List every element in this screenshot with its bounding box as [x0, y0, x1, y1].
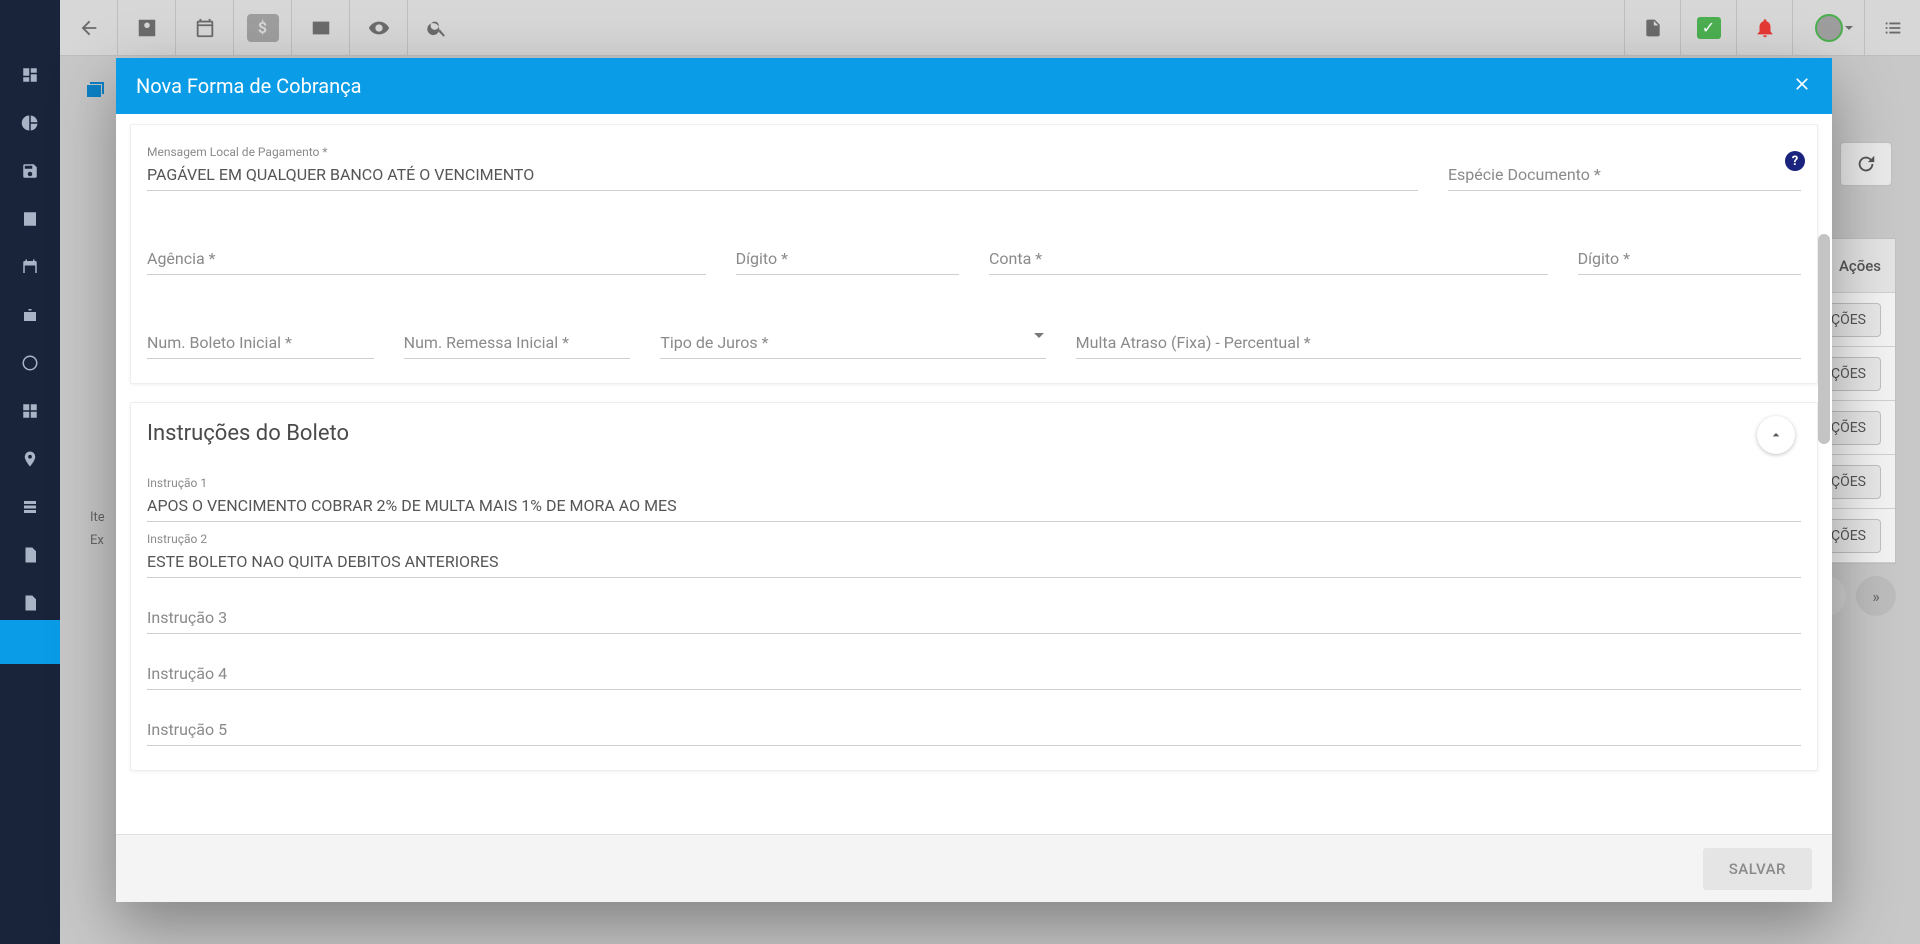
multa-field[interactable]: Multa Atraso (Fixa) - Percentual *	[1076, 327, 1801, 359]
items-label: Ite	[90, 510, 105, 525]
save-button[interactable]: SALVAR	[1703, 848, 1812, 890]
card-dados-boleto: Mensagem Local de Pagamento * Espécie Do…	[130, 124, 1818, 384]
modal-title-text: Nova Forma de Cobrança	[136, 74, 361, 98]
export-label: Ex	[90, 533, 105, 548]
sidebar-event-icon[interactable]	[19, 256, 41, 278]
sidebar-dashboard-icon[interactable]	[19, 64, 41, 86]
agencia-field[interactable]: Agência *	[147, 243, 706, 275]
inst1-label: Instrução 1	[147, 476, 207, 490]
sidebar-pin-icon[interactable]	[19, 448, 41, 470]
modal-header: Nova Forma de Cobrança	[116, 58, 1832, 114]
chevron-down-icon	[1034, 333, 1044, 343]
close-icon[interactable]	[1792, 74, 1812, 99]
user-avatar[interactable]	[1792, 0, 1864, 55]
especie-doc-field[interactable]: Espécie Documento *	[1448, 159, 1801, 191]
instrucao1-input[interactable]	[147, 490, 1801, 522]
card-instrucoes: Instruções do Boleto Instrução 1 Instruç…	[130, 402, 1818, 771]
chevron-up-icon	[1768, 427, 1784, 443]
digito1-field[interactable]: Dígito *	[736, 243, 959, 275]
sidebar-file-icon[interactable]	[19, 592, 41, 614]
instrucao2-input[interactable]	[147, 546, 1801, 578]
calendar-icon[interactable]	[176, 0, 234, 55]
check-badge-icon[interactable]: ✓	[1680, 0, 1736, 55]
sidebar-grid-icon[interactable]	[19, 400, 41, 422]
digito2-field[interactable]: Dígito *	[1578, 243, 1801, 275]
sidebar-chart-icon[interactable]	[19, 112, 41, 134]
conta-field[interactable]: Conta *	[989, 243, 1548, 275]
num-remessa-field[interactable]: Num. Remessa Inicial *	[404, 327, 631, 359]
pager-last-icon[interactable]: »	[1856, 576, 1896, 616]
acoes-header: Ações	[1839, 257, 1881, 275]
instrucoes-section-title: Instruções do Boleto	[147, 421, 1801, 446]
left-sidebar	[0, 0, 60, 944]
instrucao4-input[interactable]: Instrução 4	[147, 658, 1801, 690]
pdf-icon[interactable]	[1624, 0, 1680, 55]
modal-body: Mensagem Local de Pagamento * Espécie Do…	[116, 114, 1832, 834]
modal-footer: SALVAR	[116, 834, 1832, 902]
sidebar-briefcase-icon[interactable]	[19, 304, 41, 326]
dollar-icon[interactable]: $	[234, 0, 292, 55]
scrollbar-thumb[interactable]	[1818, 234, 1830, 444]
collapse-button[interactable]	[1757, 416, 1795, 454]
terminal-icon[interactable]	[292, 0, 350, 55]
help-icon[interactable]: ?	[1785, 151, 1805, 171]
mensagem-label: Mensagem Local de Pagamento *	[147, 145, 328, 159]
sidebar-doc-icon[interactable]	[19, 496, 41, 518]
inst2-label: Instrução 2	[147, 532, 207, 546]
modal-nova-forma-cobranca: Nova Forma de Cobrança Mensagem Local de…	[116, 58, 1832, 902]
sidebar-save-icon[interactable]	[19, 160, 41, 182]
bell-icon[interactable]	[1736, 0, 1792, 55]
refresh-button[interactable]	[1840, 142, 1892, 186]
sidebar-active-item[interactable]	[0, 620, 60, 664]
page-header-icon	[84, 80, 108, 104]
instrucao5-input[interactable]: Instrução 5	[147, 714, 1801, 746]
person-icon[interactable]	[118, 0, 176, 55]
instrucao3-input[interactable]: Instrução 3	[147, 602, 1801, 634]
top-toolbar: $ ✓	[0, 0, 1920, 56]
tipo-juros-select[interactable]: Tipo de Juros *	[660, 327, 1045, 359]
back-button[interactable]	[60, 0, 118, 55]
num-boleto-field[interactable]: Num. Boleto Inicial *	[147, 327, 374, 359]
list-icon[interactable]	[1864, 0, 1920, 55]
sidebar-book-icon[interactable]	[19, 208, 41, 230]
eye-icon[interactable]	[350, 0, 408, 55]
sidebar-report-icon[interactable]	[19, 544, 41, 566]
sidebar-globe-icon[interactable]	[19, 352, 41, 374]
search-icon[interactable]	[408, 0, 466, 55]
mensagem-input[interactable]	[147, 159, 1418, 191]
